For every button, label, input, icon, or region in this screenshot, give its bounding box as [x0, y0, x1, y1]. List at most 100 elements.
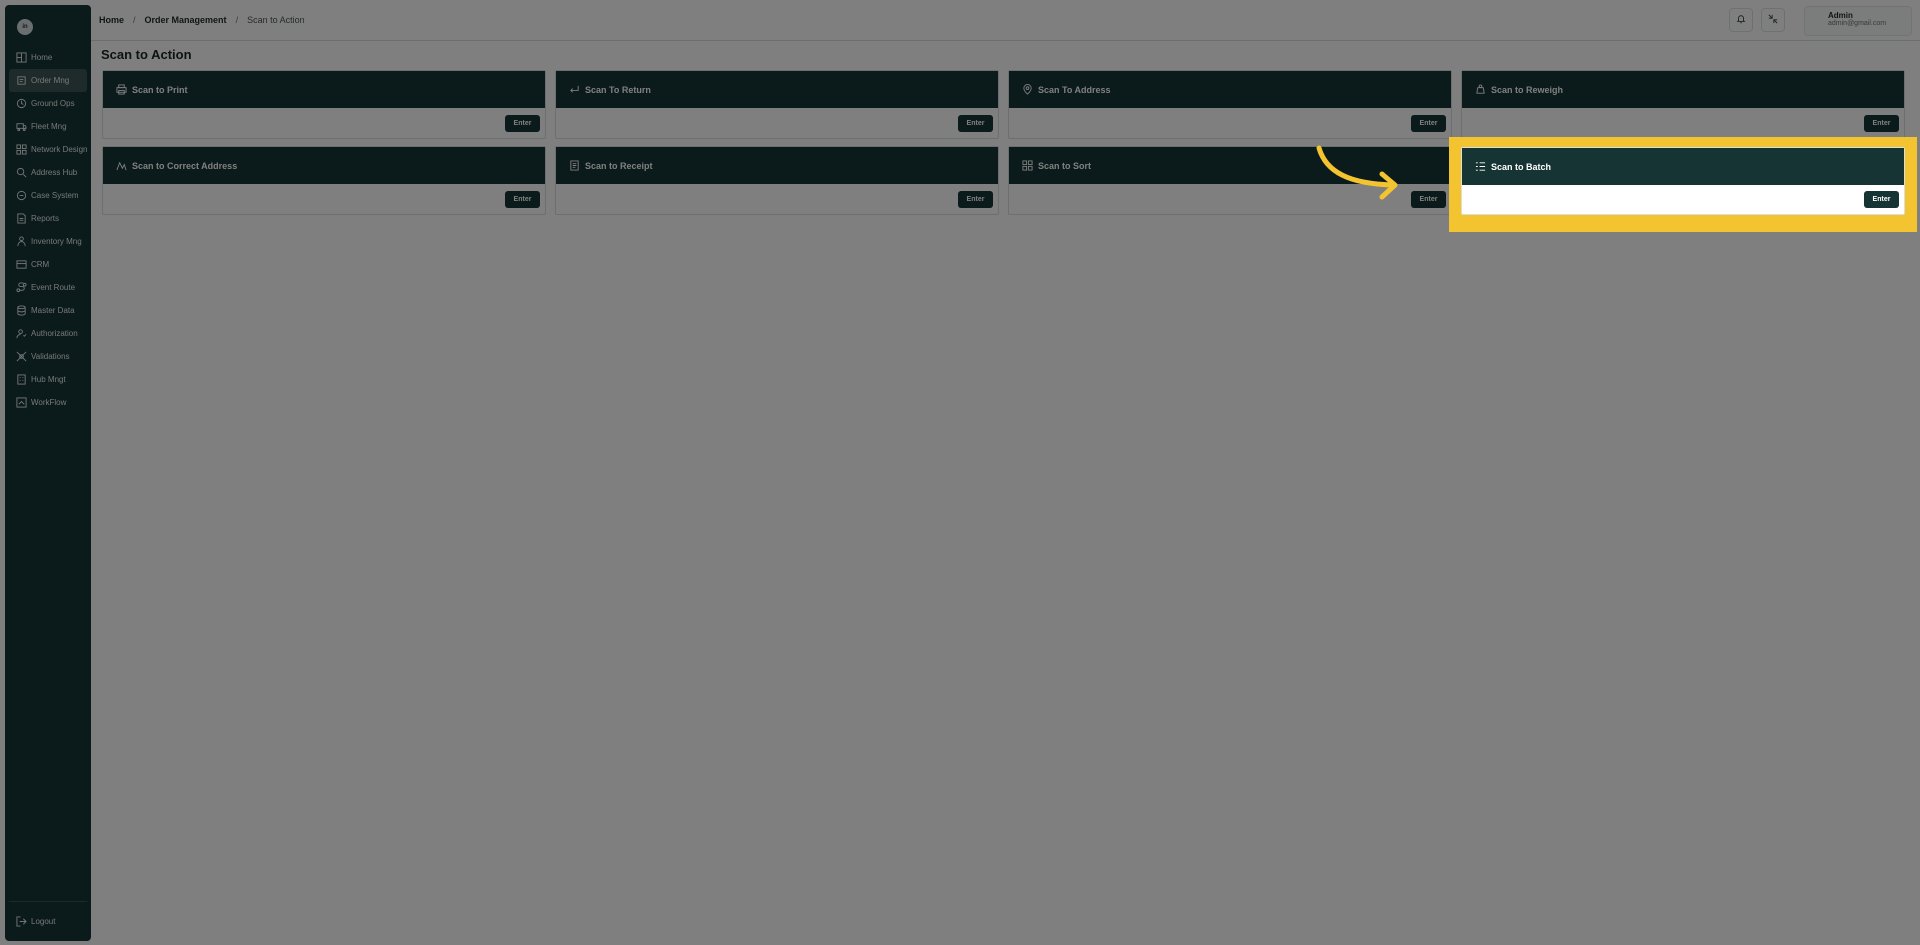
- card-header: Scan To Return: [556, 71, 998, 108]
- card-title: Scan to Reweigh: [1491, 84, 1564, 95]
- card-header: Scan to Batch: [1462, 148, 1904, 185]
- card-scan-to-address: Scan To Address Enter: [1008, 70, 1452, 139]
- sidebar-item-case-system[interactable]: Case System: [9, 184, 87, 207]
- sidebar-item-label: Authorization: [31, 329, 78, 338]
- fleet-icon: [16, 121, 27, 132]
- sidebar-item-crm[interactable]: CRM: [9, 253, 87, 276]
- breadcrumb: Home / Order Management / Scan to Action: [99, 15, 305, 25]
- event-route-icon: [16, 282, 27, 293]
- sidebar-item-label: Validations: [31, 352, 70, 361]
- enter-button[interactable]: Enter: [1864, 115, 1899, 132]
- card-title: Scan to Sort: [1038, 160, 1092, 171]
- pointer-arrow-icon: [1316, 145, 1398, 200]
- reports-icon: [16, 213, 27, 224]
- sort-grid-icon: [1022, 160, 1033, 171]
- card-title: Scan to Print: [132, 84, 188, 95]
- sidebar-item-label: CRM: [31, 260, 50, 269]
- sidebar-item-inventory-mng[interactable]: Inventory Mng: [9, 230, 87, 253]
- route-icon: [116, 160, 127, 171]
- sidebar-item-ground-ops[interactable]: Ground Ops: [9, 92, 87, 115]
- card-title: Scan To Return: [585, 84, 651, 95]
- enter-button[interactable]: Enter: [505, 115, 540, 132]
- weight-icon: [1475, 84, 1486, 95]
- card-title: Scan to Batch: [1491, 161, 1552, 172]
- home-icon: [16, 52, 27, 63]
- sidebar-item-label: Inventory Mng: [31, 237, 82, 246]
- sidebar-item-master-data[interactable]: Master Data: [9, 299, 87, 322]
- page-title: Scan to Action: [101, 47, 192, 62]
- sidebar-item-hub-mngt[interactable]: Hub Mngt: [9, 368, 87, 391]
- enter-button[interactable]: Enter: [1411, 115, 1446, 132]
- breadcrumb-home[interactable]: Home: [99, 15, 124, 25]
- breadcrumb-separator: /: [133, 15, 136, 25]
- sidebar-item-authorization[interactable]: Authorization: [9, 322, 87, 345]
- sidebar-item-fleet-mng[interactable]: Fleet Mng: [9, 115, 87, 138]
- enter-button[interactable]: Enter: [958, 191, 993, 208]
- case-icon: [16, 190, 27, 201]
- breadcrumb-separator: /: [235, 15, 239, 25]
- card-title: Scan to Receipt: [585, 160, 653, 171]
- sidebar-item-label: Network Design: [31, 145, 88, 154]
- sidebar-item-label: Master Data: [31, 306, 75, 315]
- sidebar-item-label: Event Route: [31, 283, 76, 292]
- breadcrumb-current: Scan to Action: [247, 15, 305, 25]
- sidebar-nav: Home Order Mng Ground Ops Fleet Mng Netw…: [5, 46, 91, 414]
- card-scan-to-batch: Scan to Batch Enter: [1461, 147, 1905, 215]
- card-title: Scan to Correct Address: [132, 160, 238, 171]
- receipt-icon: [569, 160, 580, 171]
- user-name: Admin: [1828, 11, 1853, 20]
- order-icon: [16, 75, 27, 86]
- sidebar-item-label: Fleet Mng: [31, 122, 67, 131]
- card-header: Scan to Correct Address: [103, 147, 545, 184]
- sidebar-item-address-hub[interactable]: Address Hub: [9, 161, 87, 184]
- enter-button[interactable]: Enter: [958, 115, 993, 132]
- master-data-icon: [16, 305, 27, 316]
- sidebar: in Home Order Mng Ground Ops Fleet Mng N…: [5, 5, 91, 941]
- enter-button[interactable]: Enter: [1411, 191, 1446, 208]
- ground-ops-icon: [16, 98, 27, 109]
- sidebar-item-reports[interactable]: Reports: [9, 207, 87, 230]
- minimize-arrows-icon: [1768, 11, 1778, 29]
- logout-icon: [16, 916, 27, 927]
- card-title: Scan To Address: [1038, 84, 1111, 95]
- sidebar-item-label: Home: [31, 53, 53, 62]
- enter-button[interactable]: Enter: [505, 191, 540, 208]
- user-email: admin@gmail.com: [1828, 20, 1887, 27]
- app-logo[interactable]: in: [17, 19, 33, 35]
- address-hub-icon: [16, 167, 27, 178]
- map-pin-icon: [1022, 84, 1033, 95]
- sidebar-item-home[interactable]: Home: [9, 46, 87, 69]
- sidebar-item-label: Address Hub: [31, 168, 78, 177]
- enter-button[interactable]: Enter: [1864, 191, 1899, 208]
- notifications-button[interactable]: [1729, 8, 1753, 32]
- sidebar-item-label: Ground Ops: [31, 99, 75, 108]
- card-header: Scan to Print: [103, 71, 545, 108]
- card-scan-to-print: Scan to Print Enter: [102, 70, 546, 139]
- breadcrumb-order-management[interactable]: Order Management: [145, 15, 227, 25]
- card-scan-to-return: Scan To Return Enter: [555, 70, 999, 139]
- return-arrow-icon: [569, 84, 580, 95]
- sidebar-item-label: Case System: [31, 191, 79, 200]
- top-header: Home / Order Management / Scan to Action…: [91, 0, 1920, 41]
- sidebar-item-order-mng[interactable]: Order Mng: [9, 69, 87, 92]
- sidebar-item-label: WorkFlow: [31, 398, 67, 407]
- sidebar-item-event-route[interactable]: Event Route: [9, 276, 87, 299]
- sidebar-item-label: Order Mng: [31, 76, 70, 85]
- logout-button[interactable]: Logout: [9, 910, 55, 933]
- bell-icon: [1736, 11, 1746, 29]
- card-scan-to-reweigh: Scan to Reweigh Enter: [1461, 70, 1905, 139]
- sidebar-item-network-design[interactable]: Network Design: [9, 138, 87, 161]
- workflow-icon: [16, 397, 27, 408]
- user-menu[interactable]: Admin admin@gmail.com: [1804, 6, 1912, 36]
- sidebar-item-validations[interactable]: Validations: [9, 345, 87, 368]
- sidebar-item-workflow[interactable]: WorkFlow: [9, 391, 87, 414]
- card-scan-to-correct-address: Scan to Correct Address Enter: [102, 146, 546, 215]
- batch-list-icon: [1475, 161, 1486, 172]
- validations-icon: [16, 351, 27, 362]
- inventory-icon: [16, 236, 27, 247]
- crm-icon: [16, 259, 27, 270]
- fullscreen-button[interactable]: [1761, 8, 1785, 32]
- logout-label: Logout: [31, 917, 56, 926]
- sidebar-footer: Logout: [9, 901, 87, 941]
- card-header: Scan To Address: [1009, 71, 1451, 108]
